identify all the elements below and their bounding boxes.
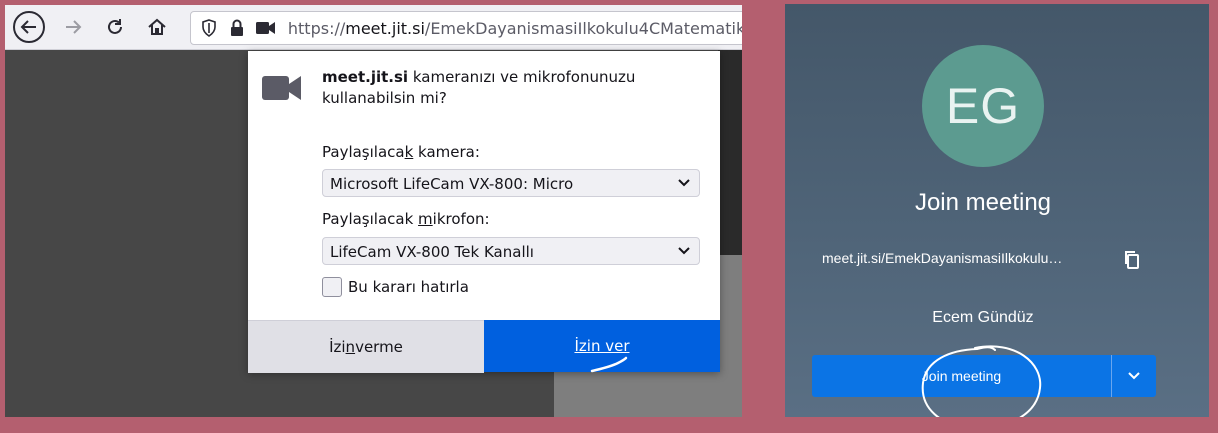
avatar-initials: EG [945,78,1021,134]
url-scheme: https:// [287,18,346,38]
chevron-down-icon [677,238,691,266]
meeting-url: meet.jit.si/EmekDayanismasiIlkokulu… [822,250,1063,266]
page-dark-strip [718,50,742,255]
camera-label: Paylaşılacak kamera: [322,143,480,161]
forward-arrow-icon [66,20,82,34]
user-name: Ecem Gündüz [932,309,1034,326]
prejoin-screen: EG Join meeting meet.jit.si/EmekDayanism… [785,4,1209,417]
microphone-select-value: LifeCam VX-800 Tek Kanallı [330,243,534,261]
checkbox-box[interactable] [322,277,342,297]
camera-icon[interactable] [255,21,276,35]
deny-button[interactable]: İzi n verme [248,320,484,373]
shield-icon[interactable] [199,19,219,37]
microphone-label: Paylaşılacak mikrofon: [322,210,490,228]
permission-site: meet.jit.si [322,68,409,86]
remember-decision-label: Bu kararı hatırla [348,278,469,296]
url-text[interactable]: https://meet.jit.si/EmekDayanismasiIlkok… [288,19,742,38]
permission-message: meet.jit.si kameranızı ve mikrofonunuzu … [322,67,702,109]
url-path: /EmekDayanismasiIlkokulu4CMatematik- [424,18,742,38]
camera-select[interactable]: Microsoft LifeCam VX-800: Micro [322,169,700,197]
url-bar[interactable]: https://meet.jit.si/EmekDayanismasiIlkok… [190,11,742,45]
chevron-down-icon [677,170,691,198]
browser-window: https://meet.jit.si/EmekDayanismasiIlkok… [5,5,742,417]
page-title: Join meeting [914,189,1052,216]
camera-icon [262,73,302,107]
reload-icon [108,19,122,34]
forward-button[interactable] [57,11,89,43]
camera-select-value: Microsoft LifeCam VX-800: Micro [330,175,574,193]
lock-icon[interactable] [227,19,247,37]
microphone-select[interactable]: LifeCam VX-800 Tek Kanallı [322,237,700,265]
back-button[interactable] [13,11,45,43]
home-button[interactable] [141,11,173,43]
copy-icon[interactable] [1123,250,1141,274]
browser-toolbar: https://meet.jit.si/EmekDayanismasiIlkok… [5,5,742,50]
join-options-dropdown[interactable] [1112,355,1156,397]
annotation-scribble [590,356,628,373]
permission-popup: meet.jit.si kameranızı ve mikrofonunuzu … [248,51,720,373]
chevron-down-icon [1128,372,1140,380]
remember-decision-checkbox[interactable]: Bu kararı hatırla [322,277,469,297]
reload-button[interactable] [99,11,131,43]
back-arrow-icon [20,20,36,34]
avatar: EG [922,45,1044,167]
home-icon [148,18,166,35]
annotation-circle [921,345,1042,417]
url-host: meet.jit.si [345,18,425,38]
